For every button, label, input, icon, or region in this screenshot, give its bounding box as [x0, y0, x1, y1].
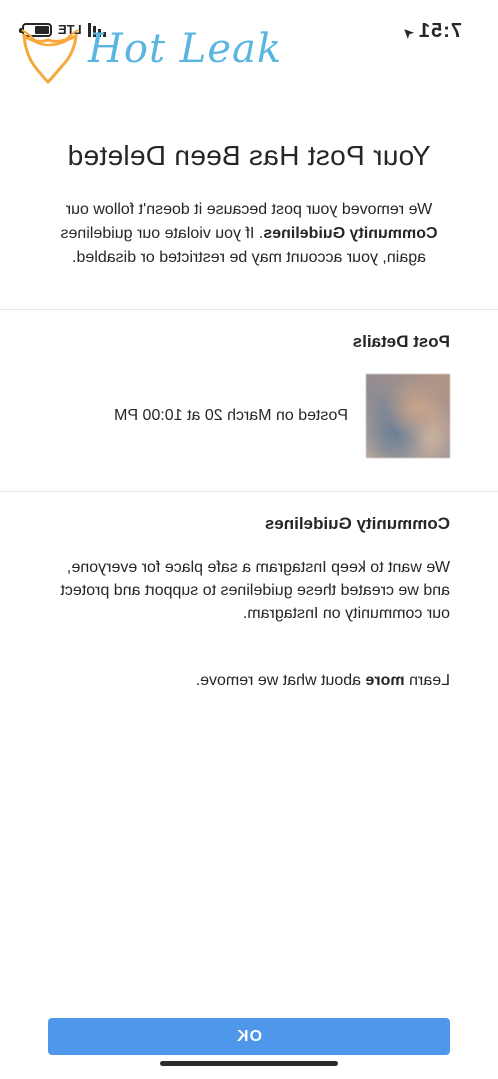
location-arrow-icon: ➤	[397, 21, 419, 43]
learn-more-prefix: Learn	[404, 672, 450, 689]
post-details-heading: Post Details	[352, 332, 450, 351]
intro-text-part1: We removed your post because it doesn't …	[65, 201, 433, 218]
learn-more-text: Learn more about what we remove.	[48, 669, 450, 692]
ok-button[interactable]: OK	[48, 1018, 450, 1055]
post-date: Posted on March 20 at 10:00 PM	[114, 407, 348, 424]
post-details-row: Posted on March 20 at 10:00 PM	[48, 374, 450, 458]
learn-more-link[interactable]: more	[366, 672, 405, 689]
learn-more-suffix: about what we remove.	[195, 672, 366, 689]
intro-text: We removed your post because it doesn't …	[48, 198, 450, 270]
community-guidelines-link[interactable]: Community Guidelines	[263, 225, 437, 242]
divider	[0, 491, 498, 492]
home-indicator	[160, 1061, 338, 1066]
post-thumbnail	[366, 374, 450, 458]
community-guidelines-heading: Community Guidelines	[264, 514, 450, 533]
watermark: Hot Leak	[18, 18, 281, 88]
divider	[0, 309, 498, 310]
screen: 7:51➤ LTE Your Post Has Been Deleted We …	[0, 0, 498, 1079]
page-title: Your Post Has Been Deleted	[67, 140, 431, 171]
bikini-logo-icon	[21, 29, 79, 85]
guidelines-description: We want to keep Instagram a safe place f…	[60, 559, 450, 622]
status-time: 7:51➤	[398, 20, 462, 43]
status-time-text: 7:51	[417, 20, 462, 42]
watermark-text: Hot Leak	[88, 26, 283, 72]
